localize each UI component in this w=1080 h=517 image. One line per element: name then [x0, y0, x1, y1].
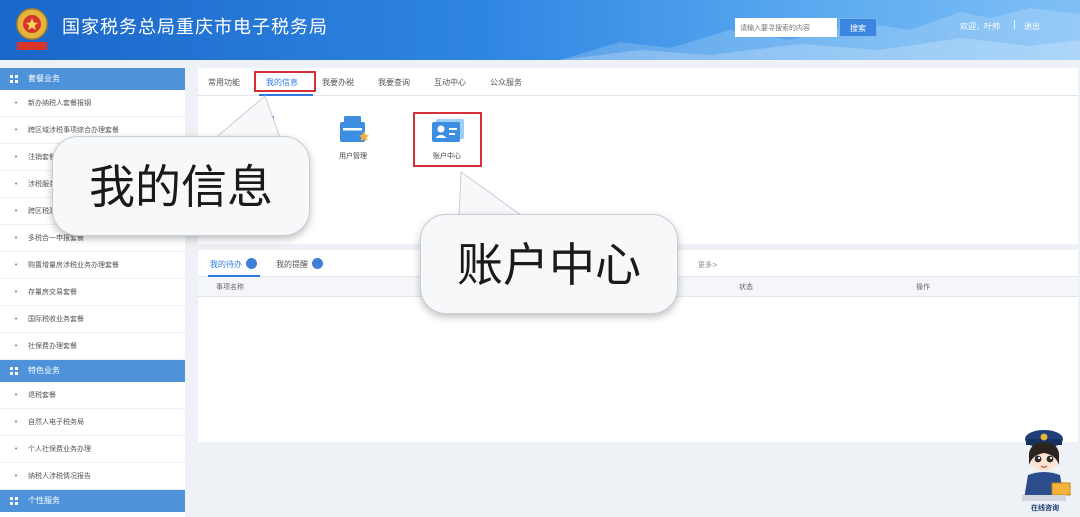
tax-officer-mascot-icon[interactable] [1012, 425, 1076, 515]
sidebar-item[interactable]: 购置增量房涉税业务办理套餐 [0, 252, 185, 279]
welcome-user-link[interactable]: 欢迎，叶帅 [960, 21, 1000, 32]
tab-common-functions[interactable]: 常用功能 [208, 77, 240, 88]
tab-my-reminders[interactable]: 我的提醒 [276, 259, 308, 270]
tab-query[interactable]: 我要查询 [378, 77, 410, 88]
tab-public-services[interactable]: 公众服务 [490, 77, 522, 88]
sidebar-section-personal[interactable]: 个性服务 [0, 490, 185, 512]
logout-link[interactable]: 退出 [1024, 21, 1040, 32]
sidebar-item[interactable]: 自然人电子税务局 [0, 409, 185, 436]
sidebar-item[interactable]: 退税套餐 [0, 382, 185, 409]
sidebar-section-label: 个性服务 [28, 496, 60, 505]
todo-count-badge [246, 258, 257, 269]
sidebar-item[interactable]: 国际税收业务套餐 [0, 306, 185, 333]
search-button[interactable]: 搜索 [839, 18, 877, 37]
grid-icon [10, 497, 18, 505]
sidebar-section-package[interactable]: 套餐业务 [0, 68, 185, 90]
sidebar-section-featured[interactable]: 特色业务 [0, 360, 185, 382]
highlight-box-account-center [413, 112, 482, 167]
search-input[interactable] [735, 18, 837, 37]
sidebar-item[interactable]: 纳税人涉税情况报告 [0, 463, 185, 490]
tax-emblem-icon [16, 8, 48, 50]
tab-tax-handling[interactable]: 我要办税 [322, 77, 354, 88]
grid-icon [10, 75, 18, 83]
sidebar-item[interactable]: 新办纳税人套餐报钢 [0, 90, 185, 117]
callout-account-center: 账户中心 [420, 214, 678, 314]
sidebar-item[interactable]: 个人社保费业务办理 [0, 436, 185, 463]
callout-pointer-account-center [458, 171, 526, 218]
tab-interaction-center[interactable]: 互动中心 [434, 77, 466, 88]
column-status: 状态 [739, 283, 753, 291]
column-item-name: 事项名称 [216, 283, 244, 291]
mascot-caption[interactable]: 在线咨询 [1022, 503, 1068, 513]
sidebar-item[interactable]: 存量房交易套餐 [0, 279, 185, 306]
callout-pointer-my-info [212, 95, 282, 140]
sidebar-section-label: 特色业务 [28, 366, 60, 375]
column-actions: 操作 [916, 283, 930, 291]
sidebar-item[interactable]: 社保费办理套餐 [0, 333, 185, 360]
grid-icon [10, 367, 18, 375]
main-tabbar: 常用功能 我的信息 我要办税 我要查询 互动中心 公众服务 [198, 68, 1078, 96]
callout-my-info: 我的信息 [52, 136, 310, 236]
site-title: 国家税务总局重庆市电子税务局 [62, 17, 328, 38]
top-header: 国家税务总局重庆市电子税务局 搜索 欢迎，叶帅 | 退出 [0, 0, 1080, 60]
reminder-count-badge [312, 258, 323, 269]
app-label-user-management[interactable]: 用户管理 [330, 151, 376, 161]
highlight-box-tab [254, 71, 316, 92]
user-management-icon[interactable] [339, 116, 369, 144]
more-link[interactable]: 更多> [698, 260, 718, 270]
tab-my-todo[interactable]: 我的待办 [210, 259, 242, 270]
header-separator: | [1013, 20, 1017, 30]
sidebar-section-label: 套餐业务 [28, 74, 60, 83]
